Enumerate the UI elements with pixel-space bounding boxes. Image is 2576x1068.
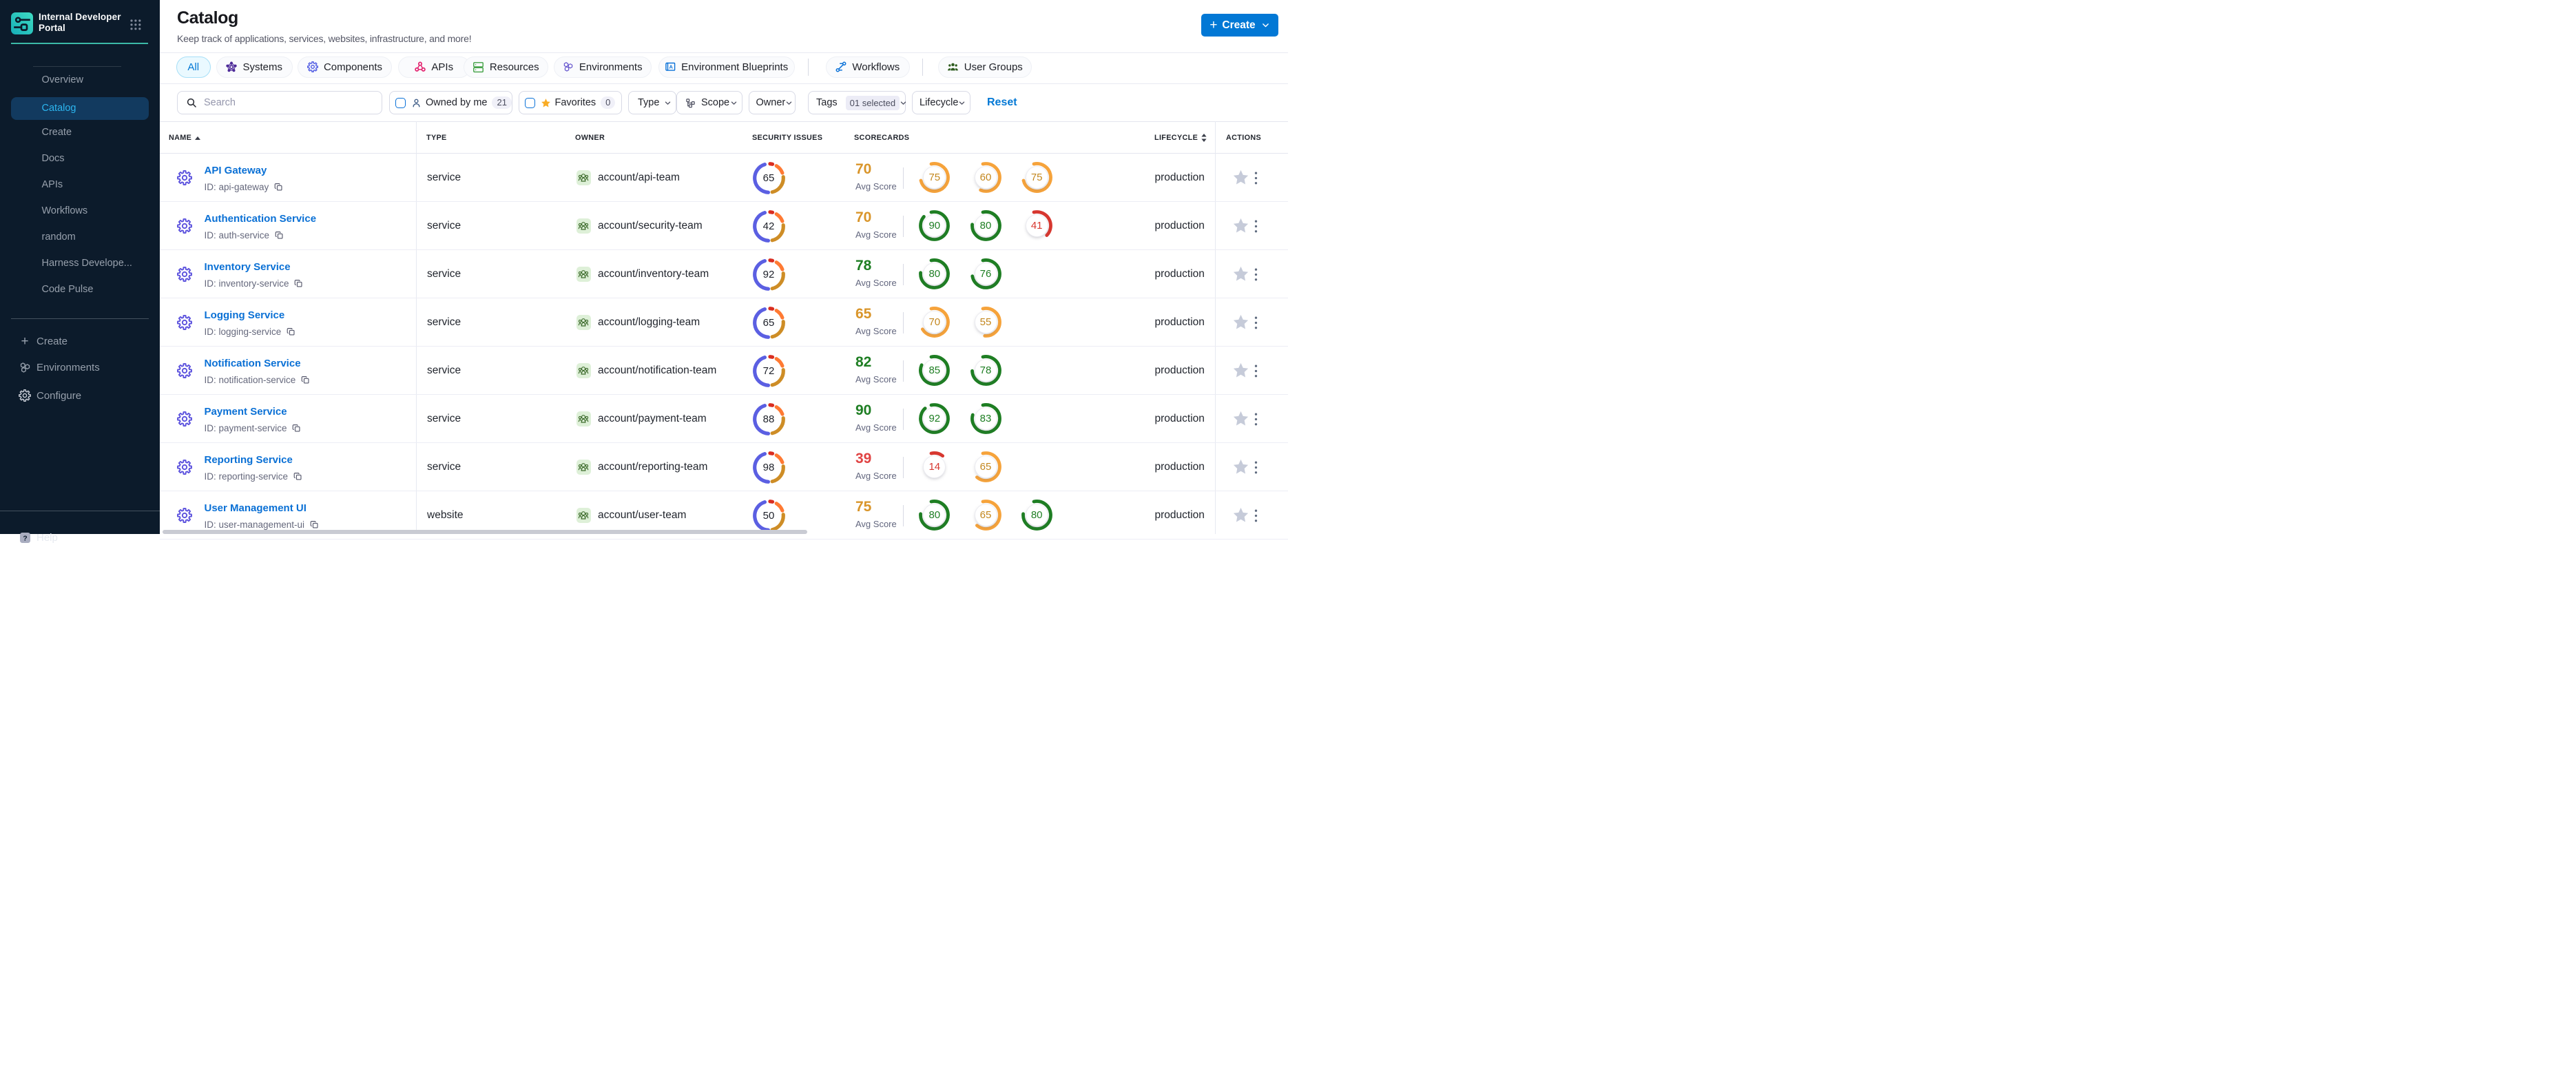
svg-text:A: A [669,64,674,70]
svg-text:?: ? [23,535,27,542]
